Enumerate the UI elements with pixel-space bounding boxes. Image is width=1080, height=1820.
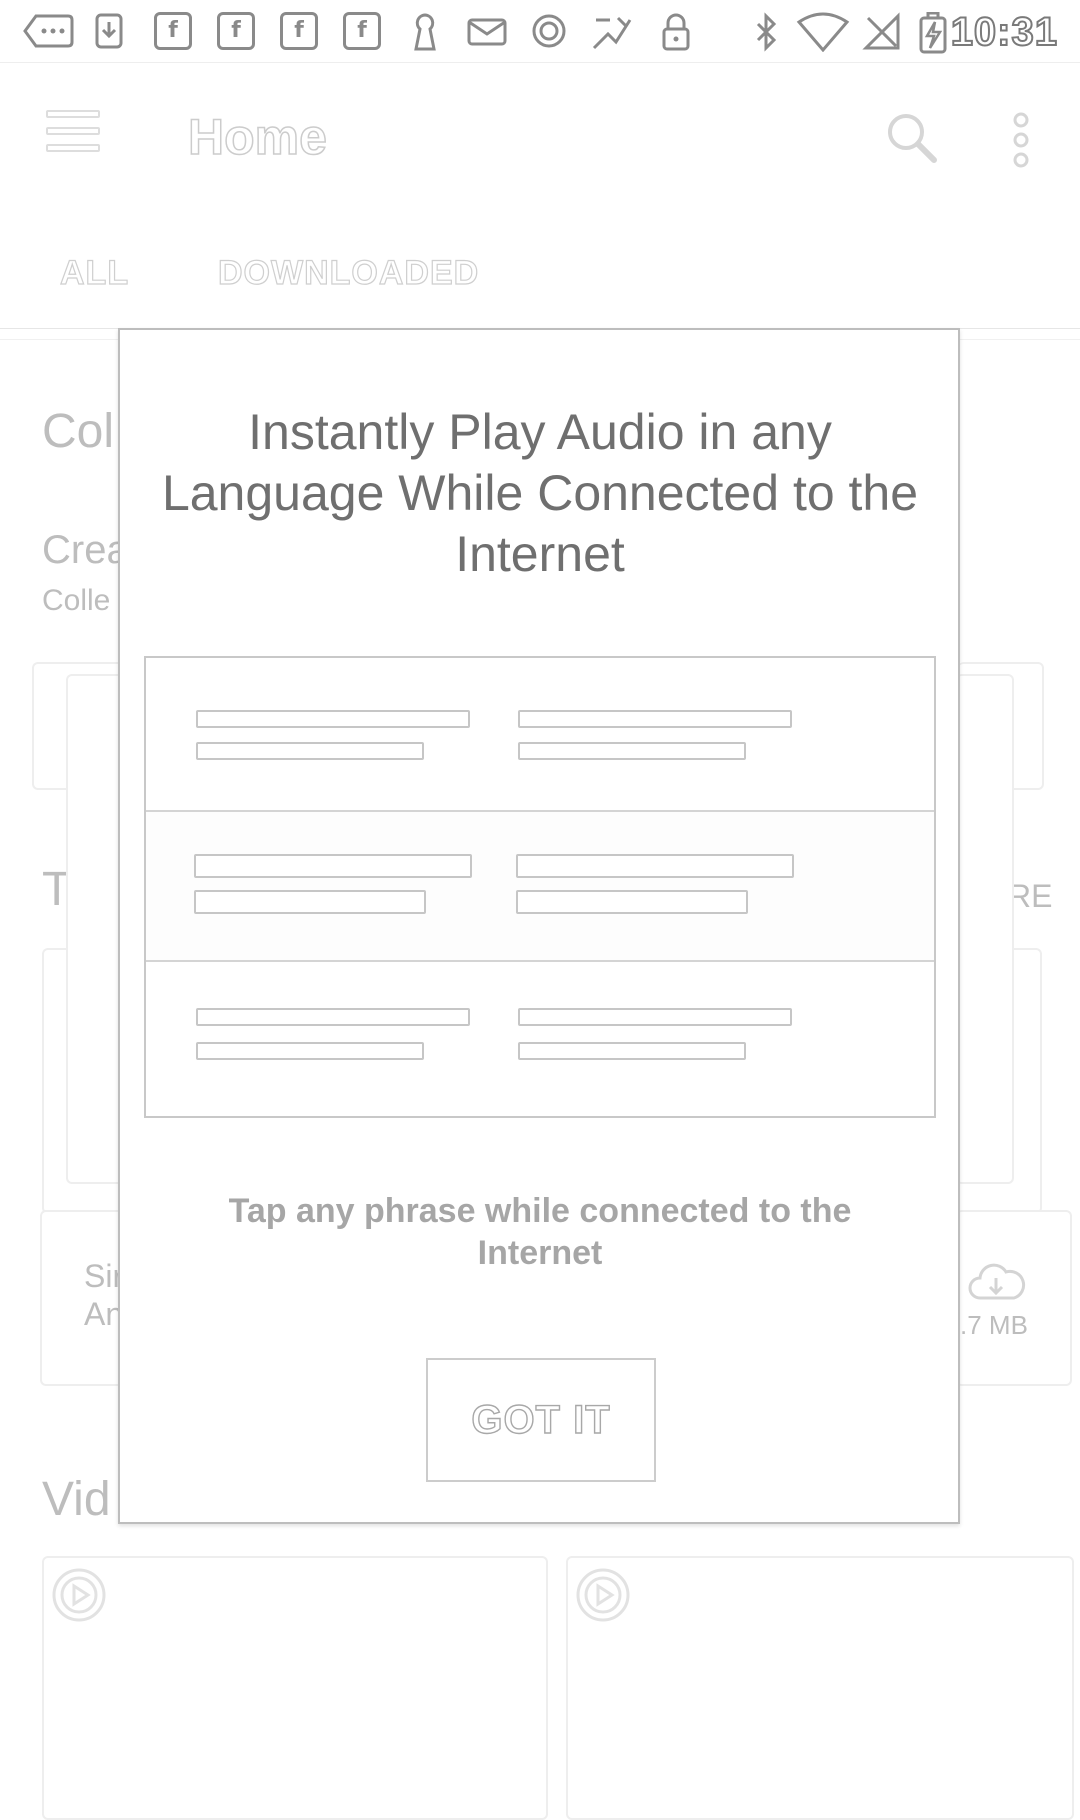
facebook-icon: f	[217, 12, 255, 50]
phrase-row-illustration	[146, 812, 934, 962]
facebook-icon: f	[343, 12, 381, 50]
overflow-menu-icon[interactable]	[1006, 112, 1036, 168]
video-card-1[interactable]	[42, 1556, 548, 1820]
cloud-download-icon[interactable]	[966, 1262, 1026, 1304]
sync-icon	[530, 12, 568, 50]
app-icon	[588, 12, 636, 50]
battery-charging-icon	[918, 11, 948, 54]
placeholder-bar	[518, 710, 792, 728]
clock: 10:31	[950, 9, 1058, 55]
tab-bar: ALL DOWNLOADED	[0, 240, 1080, 310]
facebook-icon: f	[280, 12, 318, 50]
facebook-icon: f	[154, 12, 192, 50]
page-title: Home	[187, 108, 327, 166]
keyhole-icon	[410, 12, 440, 51]
more-dots-icon	[22, 12, 74, 50]
placeholder-bar	[518, 742, 746, 760]
audio-info-dialog: Instantly Play Audio in any Language Whi…	[118, 328, 960, 1524]
bluetooth-icon	[752, 12, 782, 52]
section-title-videos: Vid	[42, 1473, 111, 1526]
tab-downloaded[interactable]: DOWNLOADED	[217, 253, 479, 293]
lock-icon	[660, 12, 692, 51]
play-icon[interactable]	[574, 1566, 632, 1624]
create-collection-label: Crea	[42, 528, 118, 572]
mail-icon	[466, 12, 508, 50]
phrase-row-illustration	[146, 658, 934, 812]
phrase-row-illustration	[146, 962, 934, 1116]
play-icon[interactable]	[50, 1566, 108, 1624]
got-it-button[interactable]: GOT IT	[426, 1358, 656, 1482]
placeholder-bar	[518, 1008, 792, 1026]
no-sim-icon	[862, 12, 902, 50]
dialog-hint: Tap any phrase while connected to the In…	[228, 1192, 852, 1272]
status-bar: f f f f 10:31	[0, 0, 1080, 63]
placeholder-bar	[196, 742, 424, 760]
dialog-title: Instantly Play Audio in any Language Whi…	[161, 404, 919, 582]
tab-all[interactable]: ALL	[59, 253, 129, 293]
phrase-illustration	[144, 656, 936, 1118]
placeholder-bar	[196, 1042, 424, 1060]
app-toolbar: Home	[0, 62, 1080, 182]
placeholder-bar	[196, 1008, 470, 1026]
download-icon	[94, 12, 124, 50]
search-icon[interactable]	[884, 110, 938, 164]
download-size: .7 MB	[960, 1310, 1028, 1340]
placeholder-bar	[194, 890, 426, 914]
placeholder-bar	[194, 854, 472, 878]
more-link[interactable]: RE	[1008, 878, 1068, 915]
placeholder-bar	[516, 890, 748, 914]
placeholder-bar	[518, 1042, 746, 1060]
collection-subtitle: Colle	[42, 584, 111, 617]
menu-icon[interactable]	[46, 110, 100, 152]
wifi-icon	[796, 12, 850, 53]
placeholder-bar	[196, 710, 470, 728]
video-card-2[interactable]	[566, 1556, 1074, 1820]
placeholder-bar	[516, 854, 794, 878]
section-title-collections: Col	[42, 405, 115, 458]
phrasebook-card-right-inner	[956, 674, 1014, 1184]
